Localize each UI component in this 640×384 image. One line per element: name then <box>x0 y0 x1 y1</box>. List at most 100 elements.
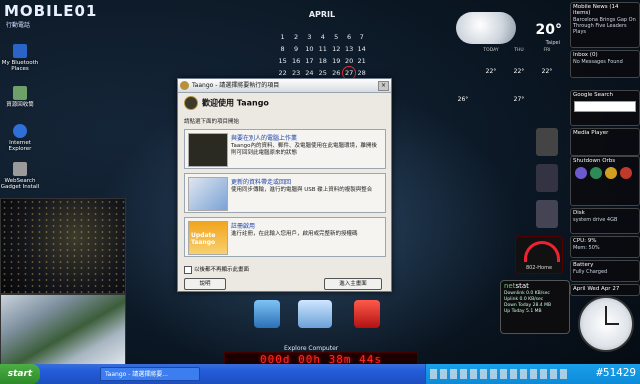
usb-gadget[interactable] <box>536 164 558 192</box>
tray-clock[interactable]: #51429 <box>596 366 636 379</box>
power-icon[interactable] <box>354 300 380 328</box>
dialog-subtitle: 請點選下面的項目開始 <box>184 119 240 125</box>
music-gadget[interactable] <box>536 128 558 156</box>
calendar-day: 14 <box>357 45 366 53</box>
gadget-title: Inbox (0) <box>573 52 598 58</box>
dialog-titlebar[interactable]: Taango - 請選擇將要執行的項目 × <box>178 79 391 93</box>
dialog-title: Taango - 請選擇將要執行的項目 <box>192 82 280 89</box>
analog-clock-gadget <box>578 296 634 352</box>
option-description: 使用同步傳輸，進行的電腦與 USB 碟上資料的複製與整合 <box>231 187 373 193</box>
shutdown-orb-icon[interactable] <box>620 167 632 179</box>
calendar-day <box>276 19 289 31</box>
calendar-day: 16 <box>291 57 301 65</box>
google-search-gadget[interactable]: Google Search <box>570 90 640 126</box>
clock-hour-hand <box>605 323 619 325</box>
calendar-day: 2 <box>294 33 299 41</box>
gadget-install-icon <box>13 162 27 176</box>
tray-icons[interactable] <box>430 369 570 379</box>
dock-label: Explore Computer <box>284 345 339 352</box>
calendar-day: 3 <box>307 33 312 41</box>
gadget-text: No Messages Found <box>573 59 623 65</box>
help-button[interactable]: 說明 <box>184 278 226 290</box>
option-description: 進行註冊，在此輸入您用戶，啟用或完整新的授權碼 <box>231 231 358 237</box>
calendar-day <box>316 19 330 31</box>
desktop-icon-websearch[interactable]: WebSearch Gadget Install <box>0 162 40 190</box>
data-gadget[interactable] <box>536 200 558 228</box>
photo-folder-icon[interactable] <box>254 300 280 328</box>
night-temp: 27° <box>513 96 525 103</box>
news-gadget[interactable]: Mobile News (14 items) Barcelona Brings … <box>570 2 640 48</box>
calendar-day: 5 <box>334 33 339 41</box>
date-gadget: April Wed Apr 27 <box>570 284 640 296</box>
calendar-day: 19 <box>332 57 341 65</box>
enter-main-button[interactable]: 進入主畫面 <box>324 278 382 290</box>
wifi-signal-icon <box>524 241 560 262</box>
internet-explorer-icon <box>13 124 27 138</box>
calendar-day: 11 <box>318 45 327 53</box>
desktop-icon-recycle-bin[interactable]: 資源回收筒 <box>0 86 40 108</box>
taskbar: start Taango - 請選擇將要... #51429 <box>0 364 640 384</box>
gadget-text: system drive 4GB <box>573 217 618 223</box>
inbox-gadget[interactable]: Inbox (0) No Messages Found <box>570 50 640 78</box>
desktop-icon-ie[interactable]: Internet Explorer <box>0 124 40 152</box>
calendar-day: 10 <box>305 45 314 53</box>
weather-location: Taipei <box>545 40 560 46</box>
calendar-day <box>355 19 368 31</box>
option-title[interactable]: 與要在別人的電腦上作業 <box>231 133 297 142</box>
option-work-on-other-pc[interactable]: 與要在別人的電腦上作業 Taango內的資料、郵件、及電腦使用在此電腦環境，離開… <box>184 129 386 169</box>
calendar-day <box>343 19 356 31</box>
checkbox-label: 以後都不再顯示此畫面 <box>194 267 250 273</box>
gadget-title: Shutdown Orbs <box>573 158 616 164</box>
forecast-temp: 22° <box>485 68 497 75</box>
calendar-day: 8 <box>280 45 285 53</box>
option-register[interactable]: Update Taango 註冊啟用 進行註冊，在此輸入您用戶，啟用或完整新的授… <box>184 217 386 257</box>
forecast-day: TODAY <box>483 48 499 53</box>
gadget-title: CPU: 9% <box>573 238 597 244</box>
option-title[interactable]: 註冊啟用 <box>231 221 255 230</box>
computer-icon[interactable] <box>298 300 332 328</box>
close-button[interactable]: × <box>378 81 389 91</box>
mobile01-logo: MOBILE01 <box>4 2 98 20</box>
gadget-text[interactable]: Barcelona Brings Gap On Through Five Lea… <box>571 17 639 35</box>
taango-dialog: Taango - 請選擇將要執行的項目 × 歡迎使用 Taango 請點選下面的… <box>177 78 392 292</box>
google-search-input[interactable] <box>574 101 636 112</box>
update-taango-icon: Update Taango <box>188 221 228 255</box>
option-sync-data[interactable]: 更新的資料帶走或回回 使用同步傳輸，進行的電腦與 USB 碟上資料的複製與整合 <box>184 173 386 213</box>
calendar-day: 18 <box>318 57 327 65</box>
gadget-title: Mobile News (14 items) <box>573 4 619 16</box>
taskbar-button-taango[interactable]: Taango - 請選擇將要... <box>100 367 200 381</box>
standby-orb-icon[interactable] <box>590 167 602 179</box>
calendar-day <box>303 19 316 31</box>
option-title[interactable]: 更新的資料帶走或回回 <box>231 177 291 186</box>
forecast-day: THU <box>514 48 524 53</box>
calendar-day: 4 <box>320 33 325 41</box>
forecast-temp: 22° <box>541 68 553 75</box>
dont-show-again-checkbox[interactable]: 以後都不再顯示此畫面 <box>184 265 249 274</box>
gadget-title: April Wed Apr 27 <box>573 286 620 292</box>
calendar-day: 21 <box>357 57 366 65</box>
wifi-gadget: 802-Home <box>515 236 563 274</box>
calendar-grid: 1 2 3 4 5 6 7 8 9 10 11 12 13 14 15 16 17 18 19 20 21 22 23 24 2… <box>276 19 368 86</box>
start-button[interactable]: start <box>0 364 40 384</box>
taango-device-icon <box>188 133 228 167</box>
taango-logo-icon <box>184 96 198 110</box>
netstat-row: Up Today 5.1 MB <box>504 309 542 314</box>
desktop-icon-bluetooth[interactable]: My Bluetooth Places <box>0 44 40 72</box>
calendar-day: 1 <box>280 33 285 41</box>
current-temperature: 20° <box>535 22 562 38</box>
wifi-label: 802-Home <box>525 265 553 271</box>
sync-usb-icon <box>188 177 228 211</box>
restart-orb-icon[interactable] <box>605 167 617 179</box>
gadget-title: Google Search <box>573 92 614 98</box>
lock-orb-icon[interactable] <box>575 167 587 179</box>
taango-app-icon <box>180 81 189 90</box>
calendar-day: 12 <box>332 45 341 53</box>
media-player-gadget[interactable]: Media Player <box>570 128 640 156</box>
desktop-icon-label: WebSearch Gadget Install <box>0 178 40 190</box>
option-description: Taango內的資料、郵件、及電腦使用在此電腦環境，離開後則可回到此電腦原來的狀… <box>231 143 378 156</box>
checkbox-box[interactable] <box>184 265 192 274</box>
desktop-icon-label: My Bluetooth Places <box>1 60 39 72</box>
clock-minute-hand <box>605 306 607 324</box>
shutdown-orbs-gadget[interactable]: Shutdown Orbs <box>570 156 640 206</box>
calendar-day: 6 <box>347 33 352 41</box>
